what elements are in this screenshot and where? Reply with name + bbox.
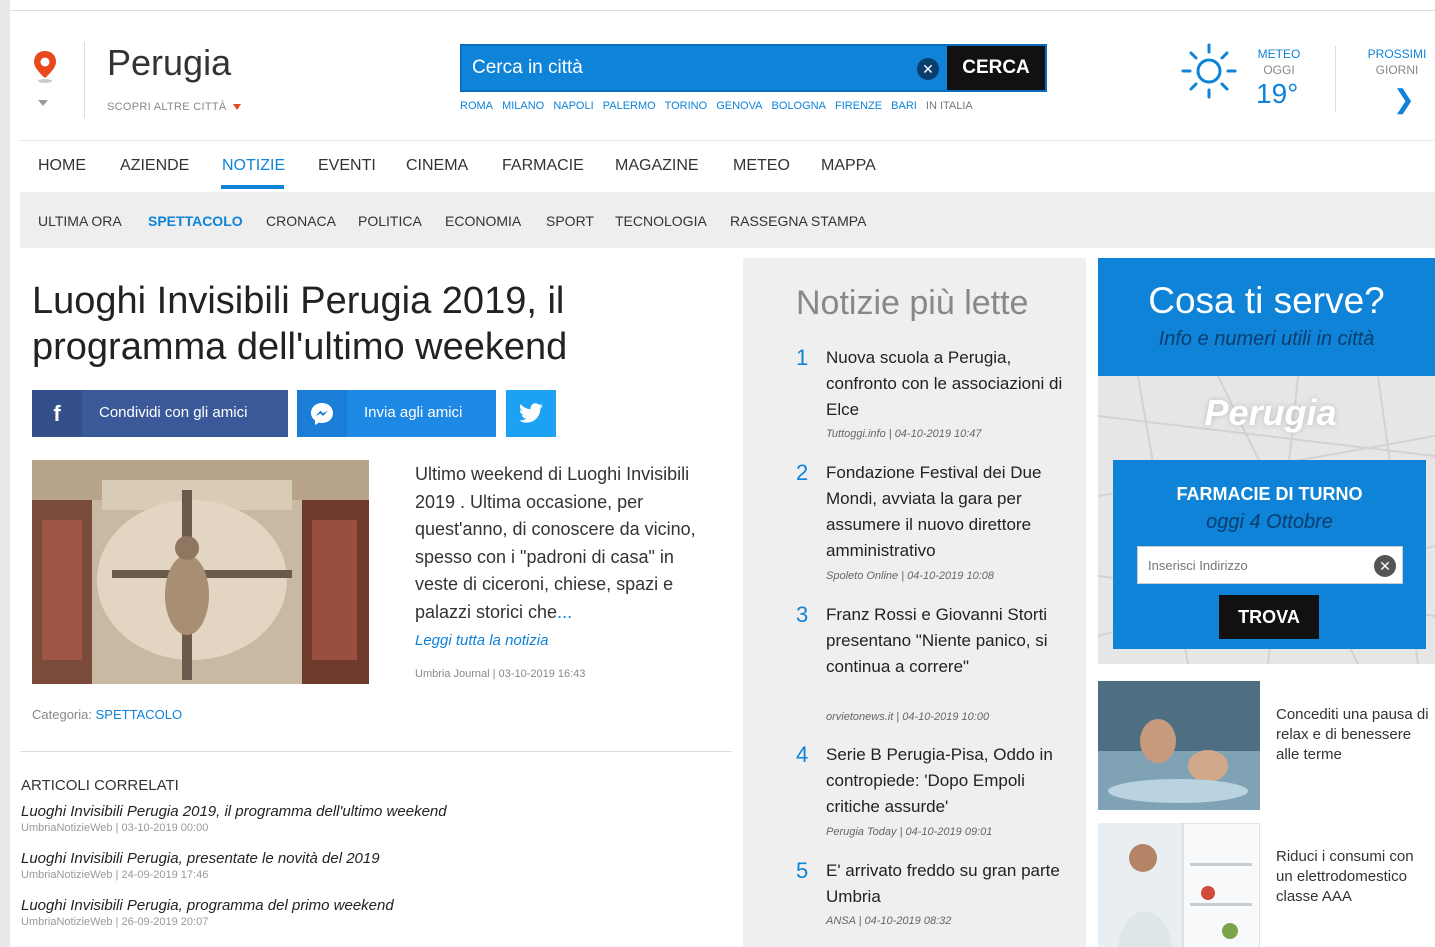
nav-eventi[interactable]: EVENTI	[318, 157, 376, 175]
article-image[interactable]	[32, 460, 369, 684]
city-link-milano[interactable]: MILANO	[502, 100, 544, 112]
nav-home[interactable]: HOME	[38, 157, 86, 175]
city-search-bar: ✕ CERCA	[460, 44, 1047, 92]
next-days-link[interactable]: PROSSIMI GIORNI	[1362, 46, 1432, 78]
subnav-ultima-ora[interactable]: ULTIMA ORA	[38, 213, 122, 229]
nav-magazine[interactable]: MAGAZINE	[615, 157, 699, 175]
active-tab-underline	[221, 185, 284, 189]
subnav-sport[interactable]: SPORT	[546, 213, 594, 229]
city-name: Perugia	[107, 42, 232, 83]
subnav-economia[interactable]: ECONOMIA	[445, 213, 521, 229]
article-category: Categoria: SPETTACOLO	[32, 707, 183, 722]
ad-image[interactable]	[1098, 681, 1260, 810]
category-link[interactable]: SPETTACOLO	[96, 707, 182, 722]
city-link-palermo[interactable]: PALERMO	[603, 100, 656, 112]
city-dropdown-caret-icon[interactable]	[38, 100, 48, 106]
twitter-icon	[519, 403, 543, 423]
share-facebook-button[interactable]: f Condividi con gli amici	[32, 390, 288, 437]
nav-mappa[interactable]: MAPPA	[821, 157, 876, 175]
nav-aziende[interactable]: AZIENDE	[120, 157, 189, 175]
subnav-cronaca[interactable]: CRONACA	[266, 213, 336, 229]
share-messenger-button[interactable]: Invia agli amici	[297, 390, 496, 437]
divider	[20, 751, 732, 752]
related-item[interactable]: Luoghi Invisibili Perugia, presentate le…	[21, 850, 721, 881]
search-button[interactable]: CERCA	[947, 46, 1045, 90]
city-link-italia[interactable]: IN ITALIA	[926, 100, 973, 112]
city-link-roma[interactable]: ROMA	[460, 100, 493, 112]
messenger-icon	[297, 390, 347, 437]
address-field: ✕	[1137, 546, 1403, 584]
clear-address-icon[interactable]: ✕	[1374, 555, 1396, 577]
subnav-rassegna-stampa[interactable]: RASSEGNA STAMPA	[730, 213, 866, 229]
temperature: 19°	[1256, 78, 1299, 109]
clear-search-icon[interactable]: ✕	[917, 58, 939, 80]
sun-icon[interactable]	[1180, 42, 1238, 100]
ad-appliance[interactable]: Riduci i consumi con un elettrodomestico…	[1098, 823, 1435, 947]
subnav-tecnologia[interactable]: TECNOLOGIA	[615, 213, 707, 229]
meteo-divider	[1335, 46, 1336, 112]
city-links: ROMA MILANO NAPOLI PALERMO TORINO GENOVA…	[460, 100, 979, 112]
share-twitter-button[interactable]	[506, 390, 556, 437]
useful-info-banner[interactable]: Cosa ti serve? Info e numeri utili in ci…	[1098, 258, 1435, 376]
city-link-napoli[interactable]: NAPOLI	[553, 100, 593, 112]
left-border	[0, 0, 10, 947]
sub-nav: ULTIMA ORA SPETTACOLO CRONACA POLITICA E…	[20, 192, 1435, 248]
search-input[interactable]	[472, 46, 912, 90]
city-link-bologna[interactable]: BOLOGNA	[772, 100, 826, 112]
related-heading: ARTICOLI CORRELATI	[21, 777, 179, 794]
top-divider	[10, 10, 1435, 11]
header-divider	[84, 42, 85, 118]
article-summary: Ultimo weekend di Luoghi Invisibili 2019…	[415, 464, 696, 622]
nav-farmacie[interactable]: FARMACIE	[502, 157, 584, 175]
city-link-firenze[interactable]: FIRENZE	[835, 100, 882, 112]
location-pin-icon[interactable]	[32, 50, 58, 84]
nav-cinema[interactable]: CINEMA	[406, 157, 468, 175]
most-read-heading: Notizie più lette	[796, 284, 1029, 322]
related-item[interactable]: Luoghi Invisibili Perugia 2019, il progr…	[21, 803, 721, 834]
subnav-spettacolo[interactable]: SPETTACOLO	[148, 213, 243, 229]
article-title: Luoghi Invisibili Perugia 2019, il progr…	[32, 280, 568, 368]
related-item[interactable]: Luoghi Invisibili Perugia, programma del…	[21, 897, 721, 928]
caret-down-icon	[232, 104, 241, 111]
ad-image[interactable]	[1098, 823, 1260, 947]
nav-notizie[interactable]: NOTIZIE	[222, 157, 285, 175]
facebook-icon: f	[32, 390, 82, 437]
address-input[interactable]	[1148, 547, 1368, 583]
find-pharmacy-button[interactable]: TROVA	[1219, 595, 1319, 639]
subnav-politica[interactable]: POLITICA	[358, 213, 422, 229]
main-nav: HOME AZIENDE NOTIZIE EVENTI CINEMA FARMA…	[20, 140, 1435, 192]
discover-cities-link[interactable]: SCOPRI ALTRE CITTÀ	[107, 101, 241, 113]
city-link-bari[interactable]: BARI	[891, 100, 917, 112]
nav-meteo[interactable]: METEO	[733, 157, 790, 175]
map-city-label: Perugia	[1204, 392, 1337, 433]
ad-spa[interactable]: Concediti una pausa di relax e di beness…	[1098, 681, 1435, 810]
city-link-genova[interactable]: GENOVA	[716, 100, 762, 112]
chevron-right-icon[interactable]: ❯	[1393, 84, 1415, 115]
article-source: Umbria Journal | 03-10-2019 16:43	[415, 668, 586, 680]
read-more-link[interactable]: Leggi tutta la notizia	[415, 632, 548, 649]
meteo-today-label[interactable]: METEO OGGI	[1254, 46, 1304, 78]
city-link-torino[interactable]: TORINO	[665, 100, 708, 112]
